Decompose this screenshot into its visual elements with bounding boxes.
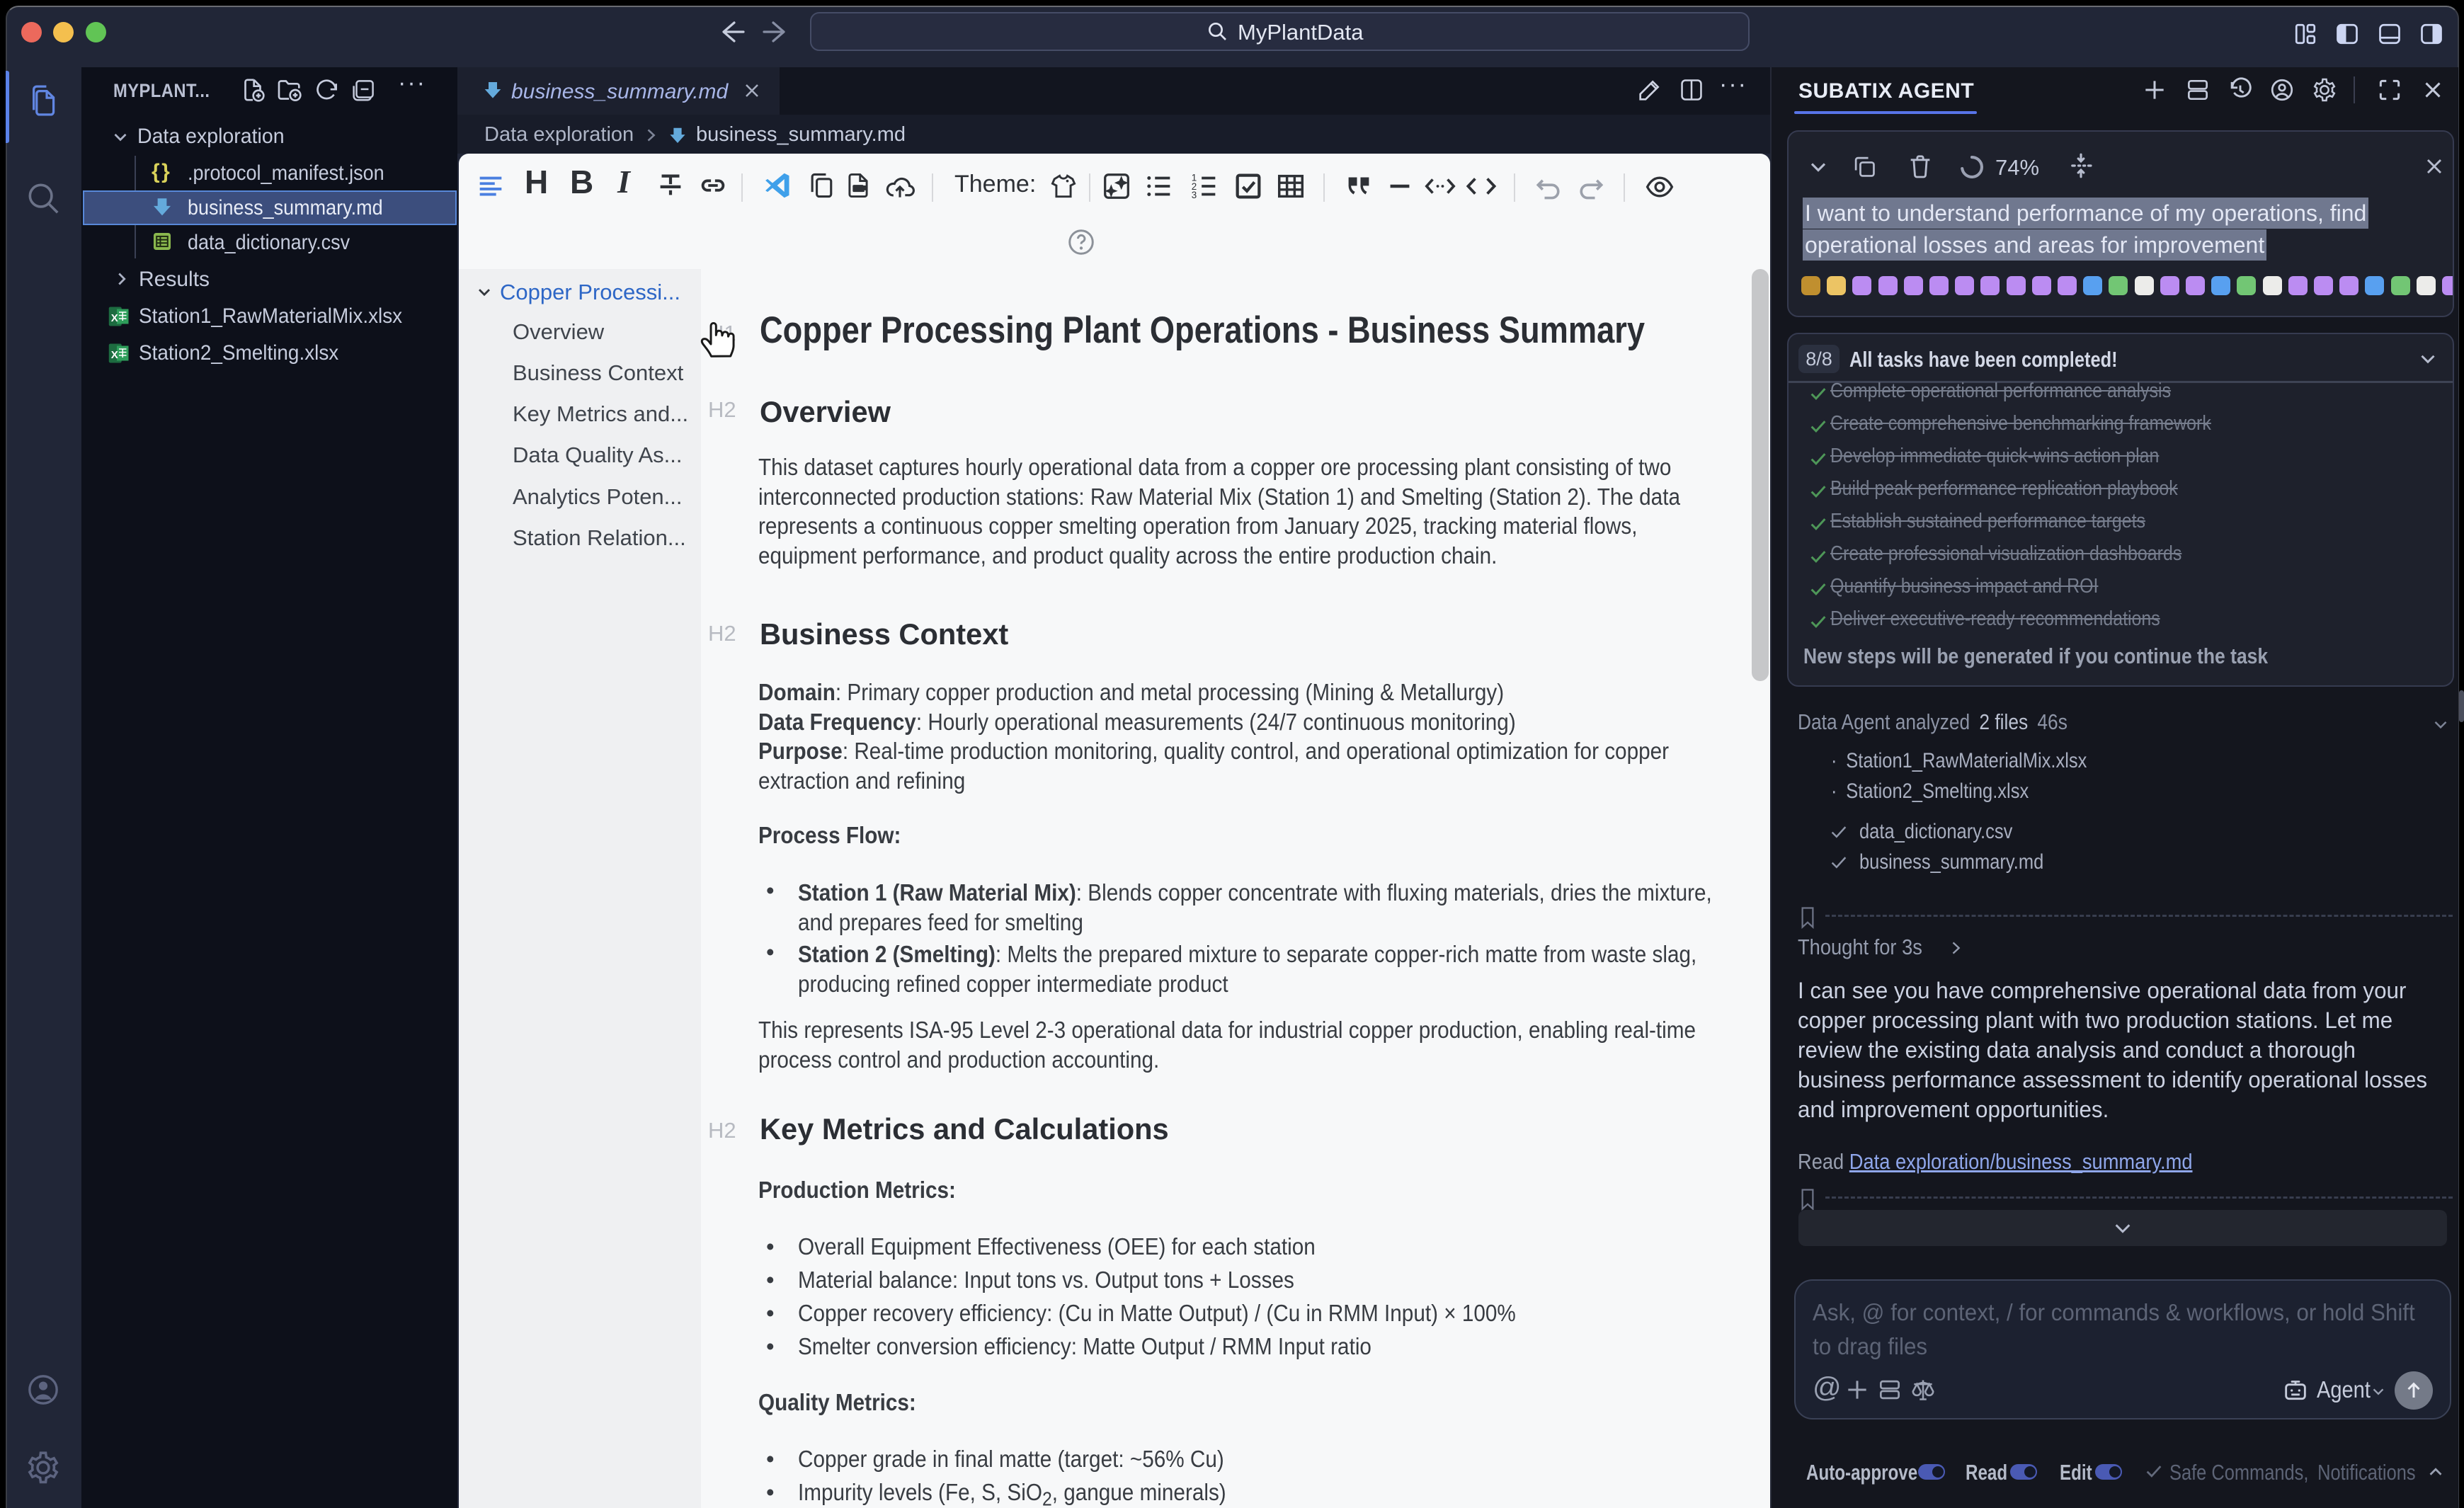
svg-text:3: 3 bbox=[1192, 190, 1197, 200]
svg-text:PDF: PDF bbox=[854, 185, 866, 192]
svg-text:X: X bbox=[111, 349, 118, 361]
svg-text:X: X bbox=[111, 312, 118, 324]
